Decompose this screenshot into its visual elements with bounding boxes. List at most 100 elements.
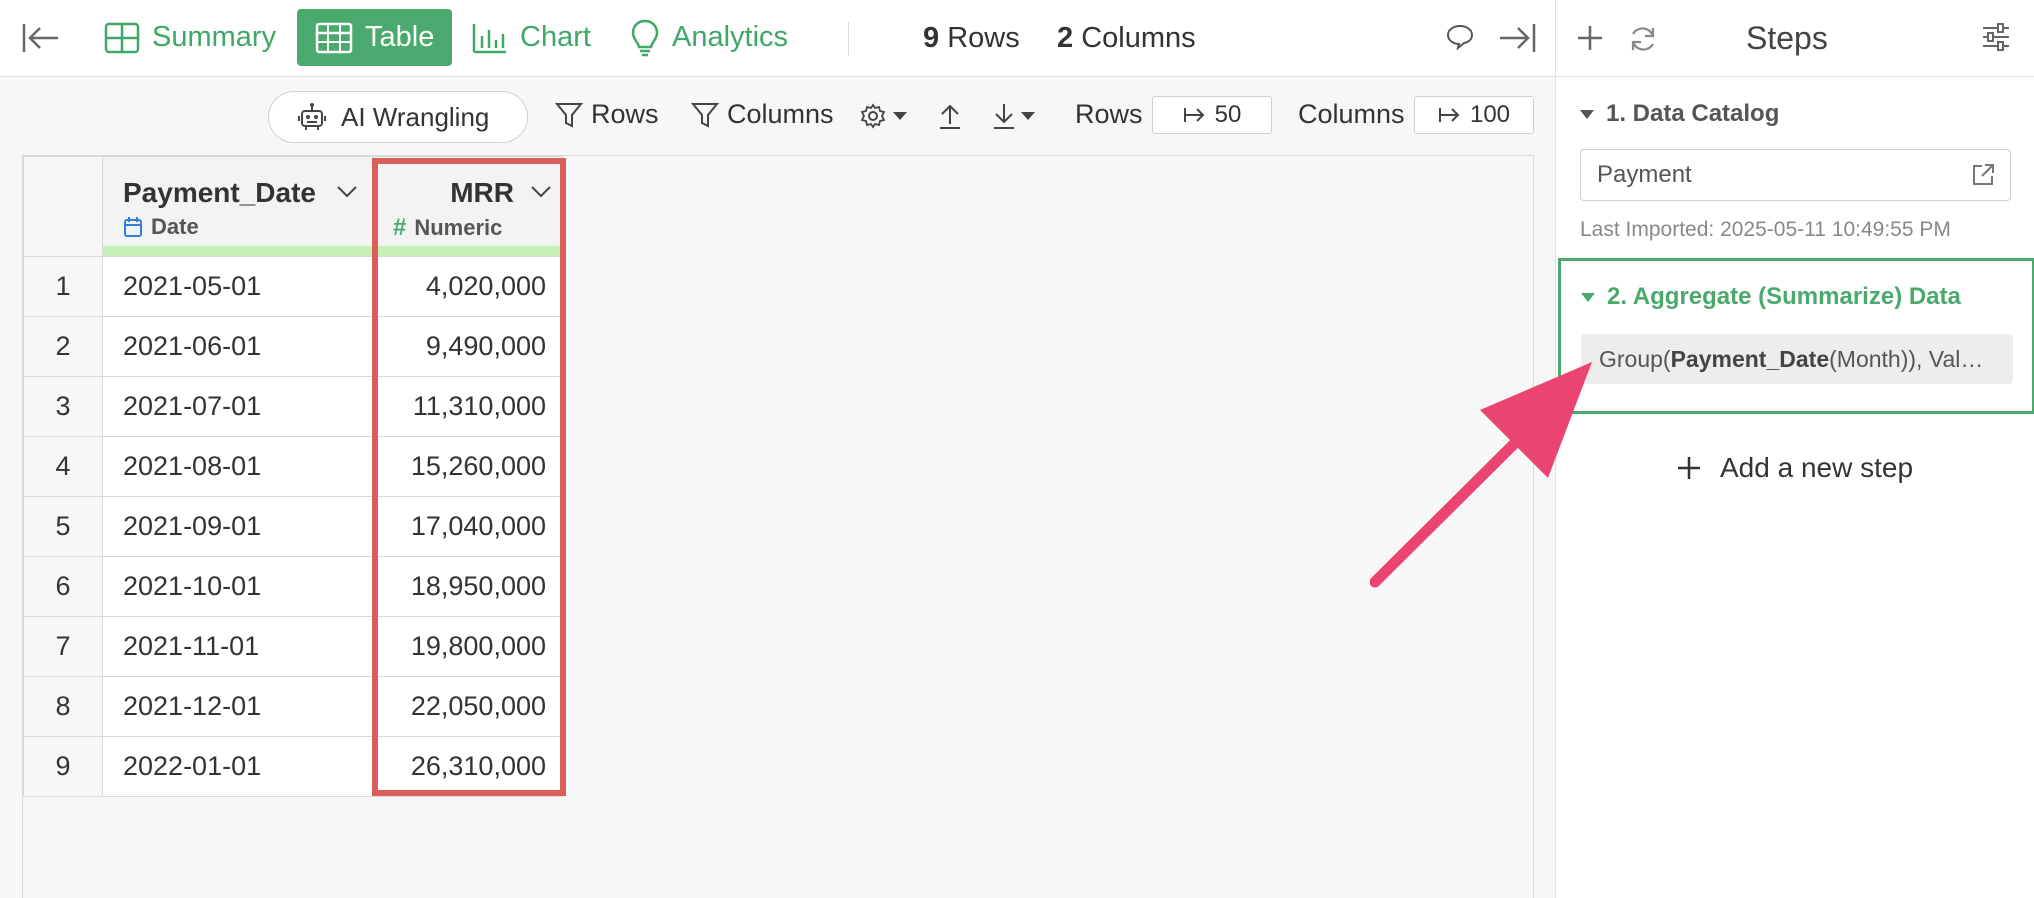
bar-chart-icon <box>472 23 506 53</box>
columns-limit-label: Columns <box>1298 99 1405 129</box>
table-row: 8 2021-12-01 22,050,000 <box>23 676 563 737</box>
table-toolbar: AI Wrangling Rows Columns Rows 50 Column… <box>0 77 1555 155</box>
table-row: 5 2021-09-01 17,040,000 <box>23 496 563 557</box>
collapse-triangle-icon <box>1580 109 1594 119</box>
gear-icon <box>860 103 886 129</box>
cell-mrr[interactable]: 4,020,000 <box>372 256 563 317</box>
columns-filter-button[interactable]: Columns <box>691 99 834 130</box>
refresh-icon[interactable] <box>1628 24 1658 59</box>
row-index: 5 <box>23 496 103 557</box>
column-name: MRR <box>450 177 514 208</box>
arrow-to-right-icon <box>1183 108 1205 122</box>
arrow-to-right-icon <box>1438 108 1460 122</box>
table-row: 7 2021-11-01 19,800,000 <box>23 616 563 677</box>
column-header-payment-date[interactable]: Payment_Date Date <box>102 156 373 257</box>
download-dropdown-button[interactable] <box>992 102 1036 130</box>
columns-count-label: Columns <box>1081 22 1196 54</box>
cell-mrr[interactable]: 15,260,000 <box>372 436 563 497</box>
columns-count: 2 Columns <box>1057 22 1196 55</box>
chip-bold: Payment_Date <box>1670 345 1830 372</box>
cell-mrr[interactable]: 17,040,000 <box>372 496 563 557</box>
lightbulb-icon <box>631 19 659 56</box>
sliders-icon[interactable] <box>1981 22 2011 57</box>
chevron-down-icon[interactable] <box>530 185 552 199</box>
tab-analytics-label: Analytics <box>672 21 789 53</box>
table-row: 2 2021-06-01 9,490,000 <box>23 316 563 377</box>
ai-wrangling-label: AI Wrangling <box>341 101 490 132</box>
row-index: 6 <box>23 556 103 617</box>
tab-chart[interactable]: Chart <box>472 9 591 66</box>
summary-grid-icon <box>104 22 140 53</box>
chip-suffix: (Month)), Val… <box>1829 345 1984 372</box>
columns-limit-input[interactable]: 100 <box>1414 96 1534 134</box>
column-type-label: Numeric <box>414 215 503 240</box>
chevron-down-icon[interactable] <box>336 185 358 199</box>
cell-mrr[interactable]: 19,800,000 <box>372 616 563 677</box>
hash-icon: # <box>393 214 407 241</box>
ai-wrangling-button[interactable]: AI Wrangling <box>268 91 528 143</box>
upload-icon[interactable] <box>938 102 962 135</box>
settings-dropdown-button[interactable] <box>860 103 908 129</box>
tab-summary-label: Summary <box>152 21 277 53</box>
column-quality-bar <box>373 246 562 256</box>
rows-limit-label: Rows <box>1075 99 1143 129</box>
columns-filter-label: Columns <box>727 99 834 129</box>
cell-mrr[interactable]: 9,490,000 <box>372 316 563 377</box>
data-table: Payment_Date Date MRR # Numeric 1 2021-0… <box>23 156 563 797</box>
rows-filter-button[interactable]: Rows <box>555 99 659 130</box>
rows-limit-input[interactable]: 50 <box>1152 96 1272 134</box>
cell-payment-date[interactable]: 2021-11-01 <box>102 616 373 677</box>
caret-down-icon <box>893 112 907 120</box>
collapse-left-icon[interactable] <box>22 22 60 59</box>
plus-icon <box>1678 457 1700 479</box>
step-1-title: 1. Data Catalog <box>1606 100 1780 127</box>
comment-icon[interactable] <box>1446 24 1474 55</box>
table-area: Payment_Date Date MRR # Numeric 1 2021-0… <box>0 155 1555 898</box>
column-type-label: Date <box>151 214 199 239</box>
cell-mrr[interactable]: 11,310,000 <box>372 376 563 437</box>
cell-payment-date[interactable]: 2021-10-01 <box>102 556 373 617</box>
collapse-right-icon[interactable] <box>1498 22 1536 59</box>
cell-payment-date[interactable]: 2022-01-01 <box>102 736 373 797</box>
column-type: Date <box>123 214 199 240</box>
external-link-icon[interactable] <box>1970 162 1996 188</box>
table-row: 9 2022-01-01 26,310,000 <box>23 736 563 797</box>
column-quality-bar <box>103 246 372 256</box>
row-index: 1 <box>23 256 103 317</box>
cell-payment-date[interactable]: 2021-05-01 <box>102 256 373 317</box>
data-source-name: Payment <box>1597 161 1692 188</box>
cell-mrr[interactable]: 22,050,000 <box>372 676 563 737</box>
add-step-button[interactable]: Add a new step <box>1676 452 1913 484</box>
cell-payment-date[interactable]: 2021-08-01 <box>102 436 373 497</box>
calendar-icon <box>124 217 142 237</box>
tab-summary[interactable]: Summary <box>104 9 276 66</box>
tab-analytics[interactable]: Analytics <box>630 9 788 66</box>
toolbar-divider <box>848 22 849 56</box>
table-icon <box>315 22 353 53</box>
cell-mrr[interactable]: 26,310,000 <box>372 736 563 797</box>
row-index: 9 <box>23 736 103 797</box>
column-type: # Numeric <box>393 214 502 242</box>
download-icon <box>994 104 1014 129</box>
column-header-mrr[interactable]: MRR # Numeric <box>372 156 563 257</box>
rows-count-value: 9 <box>923 22 940 54</box>
step-2-header[interactable]: 2. Aggregate (Summarize) Data <box>1581 283 1961 311</box>
table-row: 6 2021-10-01 18,950,000 <box>23 556 563 617</box>
row-index: 4 <box>23 436 103 497</box>
data-source-field[interactable]: Payment <box>1580 149 2011 201</box>
step-1-header[interactable]: 1. Data Catalog <box>1580 100 1779 128</box>
add-icon[interactable] <box>1576 24 1604 57</box>
cell-payment-date[interactable]: 2021-09-01 <box>102 496 373 557</box>
rows-count: 9 Rows <box>923 22 1020 55</box>
columns-count-value: 2 <box>1057 22 1074 54</box>
cell-payment-date[interactable]: 2021-07-01 <box>102 376 373 437</box>
steps-panel: Steps 1. Data Catalog Payment Last Impor… <box>1555 0 2034 898</box>
rows-count-label: Rows <box>947 22 1020 54</box>
step-2-summary-chip[interactable]: Group(Payment_Date (Month)), Val… <box>1581 334 2013 384</box>
cell-payment-date[interactable]: 2021-06-01 <box>102 316 373 377</box>
cell-payment-date[interactable]: 2021-12-01 <box>102 676 373 737</box>
table-row: 4 2021-08-01 15,260,000 <box>23 436 563 497</box>
tab-table[interactable]: Table <box>297 9 453 66</box>
step-2-card[interactable]: 2. Aggregate (Summarize) Data Group(Paym… <box>1558 258 2034 414</box>
cell-mrr[interactable]: 18,950,000 <box>372 556 563 617</box>
